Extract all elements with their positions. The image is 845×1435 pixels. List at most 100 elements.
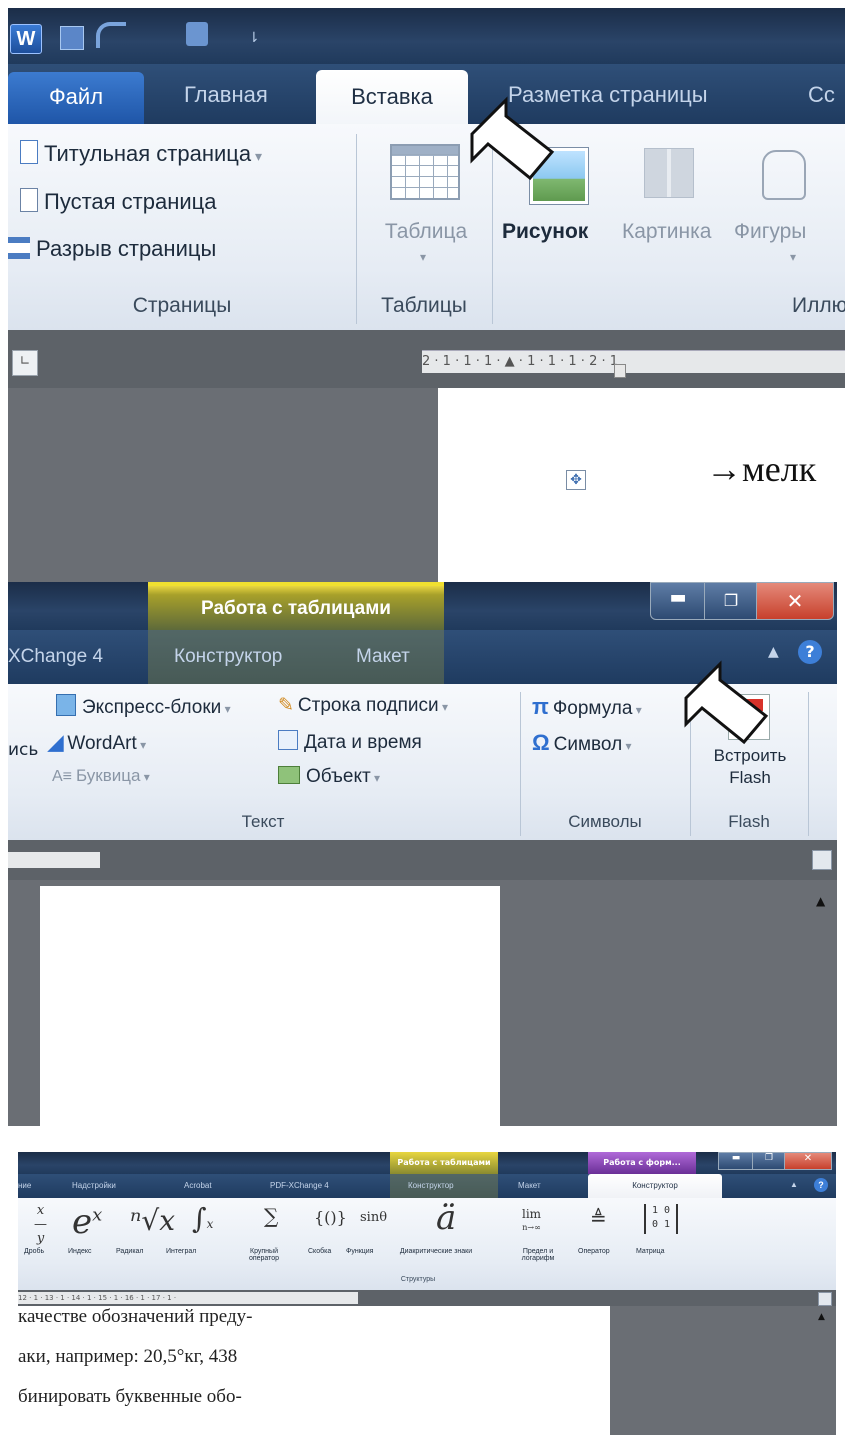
matrix-icon: 1 00 1 (644, 1204, 678, 1234)
matrix-button[interactable]: Матрица (636, 1248, 665, 1255)
large-operator-button[interactable]: Крупный оператор (234, 1248, 294, 1262)
shapes-button[interactable]: Фигуры ▾ (730, 134, 845, 284)
title-bar: W ⇂ (8, 8, 845, 64)
date-time-label: Дата и время (304, 732, 422, 753)
shapes-label: Фигуры (734, 220, 807, 243)
group-label-symbols: Символы (568, 812, 642, 831)
operator-button[interactable]: Оператор (578, 1248, 610, 1255)
wordart-icon: ◢ (48, 732, 64, 754)
equation-button[interactable]: π Формула ▾ (532, 694, 642, 720)
window-controls: ▬ ❐ ✕ (718, 1152, 834, 1170)
object-button[interactable]: Объект ▾ (278, 766, 380, 788)
function-button[interactable]: Функция (346, 1248, 373, 1255)
tab-layout[interactable]: Макет (356, 646, 410, 668)
horizontal-ruler[interactable]: 2 · 1 · 1 · 1 · ▲ · 1 · 1 · 1 · 2 · 1 (422, 350, 845, 373)
tab-pdf-xchange[interactable]: PDF-XChange 4 (270, 1181, 329, 1190)
drop-cap-icon: A≡ (52, 768, 73, 785)
quick-parts-label: Экспресс-блоки (82, 697, 222, 718)
clipart-button[interactable]: Картинка (616, 134, 728, 284)
pointer-arrow-icon (468, 96, 558, 200)
scroll-up-arrow-icon[interactable]: ▲ (818, 1312, 825, 1322)
omega-icon: Ω (532, 730, 550, 755)
help-icon[interactable]: ? (798, 640, 822, 664)
table-grid-icon (390, 144, 460, 200)
cover-page-button[interactable]: Титульная страница ▾ (20, 140, 262, 170)
tab-design[interactable]: Конструктор (174, 646, 282, 668)
page-break-label: Разрыв страницы (36, 236, 217, 261)
symbol-label: Символ (553, 734, 623, 755)
bracket-button[interactable]: Скобка (308, 1248, 331, 1255)
object-label: Объект (306, 766, 371, 787)
document-page[interactable]: качестве обозначений преду- аки, наприме… (18, 1306, 610, 1435)
tab-home[interactable]: Главная (184, 82, 268, 108)
accent-button[interactable]: Диакритические знаки (386, 1248, 486, 1255)
restore-button[interactable]: ❐ (752, 1152, 786, 1170)
document-text: →мелк (706, 449, 817, 489)
tab-references[interactable]: Сс (808, 82, 835, 108)
radical-button[interactable]: Радикал (116, 1248, 144, 1255)
script-button[interactable]: Индекс (68, 1248, 92, 1255)
tab-table-layout[interactable]: Макет (518, 1181, 541, 1190)
table-move-handle-icon[interactable]: ✥ (566, 470, 586, 490)
tab-stop-selector[interactable]: ∟ (12, 350, 38, 376)
tab-acrobat[interactable]: Acrobat (184, 1181, 212, 1190)
group-label-illustrations: Иллю (792, 294, 845, 317)
word-app-icon[interactable]: W (10, 24, 42, 54)
equation-label: Формула (552, 698, 633, 719)
document-page[interactable] (40, 886, 500, 1126)
fraction-button[interactable]: Дробь (24, 1248, 44, 1255)
help-icon[interactable]: ? (814, 1178, 828, 1192)
quick-access-menu-icon[interactable]: ⇂ (248, 30, 262, 46)
tab-pdf-xchange[interactable]: XChange 4 (8, 646, 103, 668)
clipart-label: Картинка (622, 220, 712, 243)
group-label-pages: Страницы (132, 294, 232, 317)
view-ruler-icon[interactable] (818, 1292, 832, 1306)
integral-button[interactable]: Интеграл (166, 1248, 196, 1255)
view-ruler-icon[interactable] (812, 850, 832, 870)
calendar-icon (278, 730, 298, 750)
close-button[interactable]: ✕ (784, 1152, 832, 1170)
minimize-button[interactable]: ▬ (650, 582, 706, 620)
symbol-button[interactable]: Ω Символ ▾ (532, 730, 632, 756)
limit-log-button[interactable]: Предел и логарифм (508, 1248, 568, 1262)
horizontal-ruler[interactable] (8, 852, 100, 868)
undo-icon[interactable] (96, 22, 126, 48)
wordart-button[interactable]: ◢ WordArt ▾ (48, 730, 146, 755)
indent-marker[interactable] (614, 364, 626, 378)
tab-partial[interactable]: ние (18, 1181, 31, 1190)
screenshot-panel-3: Работа с таблицами Работа с форм... ▬ ❐ … (18, 1152, 836, 1435)
scroll-up-arrow-icon[interactable]: ▲ (816, 894, 825, 908)
chevron-down-icon: ▾ (140, 770, 150, 784)
tab-addins[interactable]: Надстройки (72, 1181, 116, 1190)
save-icon[interactable] (60, 26, 84, 50)
tab-file[interactable]: Файл (8, 72, 144, 124)
blank-page-button[interactable]: Пустая страница (20, 188, 216, 218)
date-time-button[interactable]: Дата и время (278, 730, 422, 754)
signature-line-button[interactable]: ✎ Строка подписи ▾ (278, 694, 448, 717)
collapse-ribbon-icon[interactable]: ▲ (790, 1180, 798, 1189)
page-break-button[interactable]: Разрыв страницы (8, 236, 216, 266)
redo-icon[interactable] (186, 22, 208, 46)
minimize-button[interactable]: ▬ (718, 1152, 754, 1170)
collapse-ribbon-icon[interactable]: ▲ (768, 644, 779, 660)
fraction-icon: x — y (34, 1203, 47, 1246)
document-page[interactable]: ✥ →мелк (438, 388, 845, 582)
drop-cap-label: Буквица (76, 766, 141, 785)
ribbon: Титульная страница ▾ Пустая страница Раз… (8, 124, 845, 330)
group-label-flash: Flash (728, 812, 770, 831)
table-label: Таблица (384, 220, 468, 243)
quick-parts-button[interactable]: Экспресс-блоки ▾ (56, 694, 231, 719)
wordart-label: WordArt (67, 733, 137, 754)
bracket-icon: {()} (314, 1208, 347, 1227)
document-line-2: аки, например: 20,5°кг, 438 (18, 1346, 238, 1367)
restore-button[interactable]: ❐ (704, 582, 758, 620)
context-tab-label: Работа с таблицами (201, 598, 391, 619)
screenshot-panel-2: Работа с таблицами ▬ ❐ ✕ XChange 4 Конст… (8, 582, 837, 1126)
tab-equation-design[interactable]: Конструктор (588, 1174, 722, 1198)
tab-insert[interactable]: Вставка (316, 70, 468, 126)
close-button[interactable]: ✕ (756, 582, 834, 620)
picture-label: Рисунок (502, 220, 589, 243)
horizontal-ruler[interactable]: 12 · 1 · 13 · 1 · 14 · 1 · 15 · 1 · 16 ·… (18, 1292, 358, 1304)
drop-cap-button[interactable]: A≡ Буквица ▾ (52, 766, 150, 786)
tab-table-design[interactable]: Конструктор (408, 1181, 454, 1190)
